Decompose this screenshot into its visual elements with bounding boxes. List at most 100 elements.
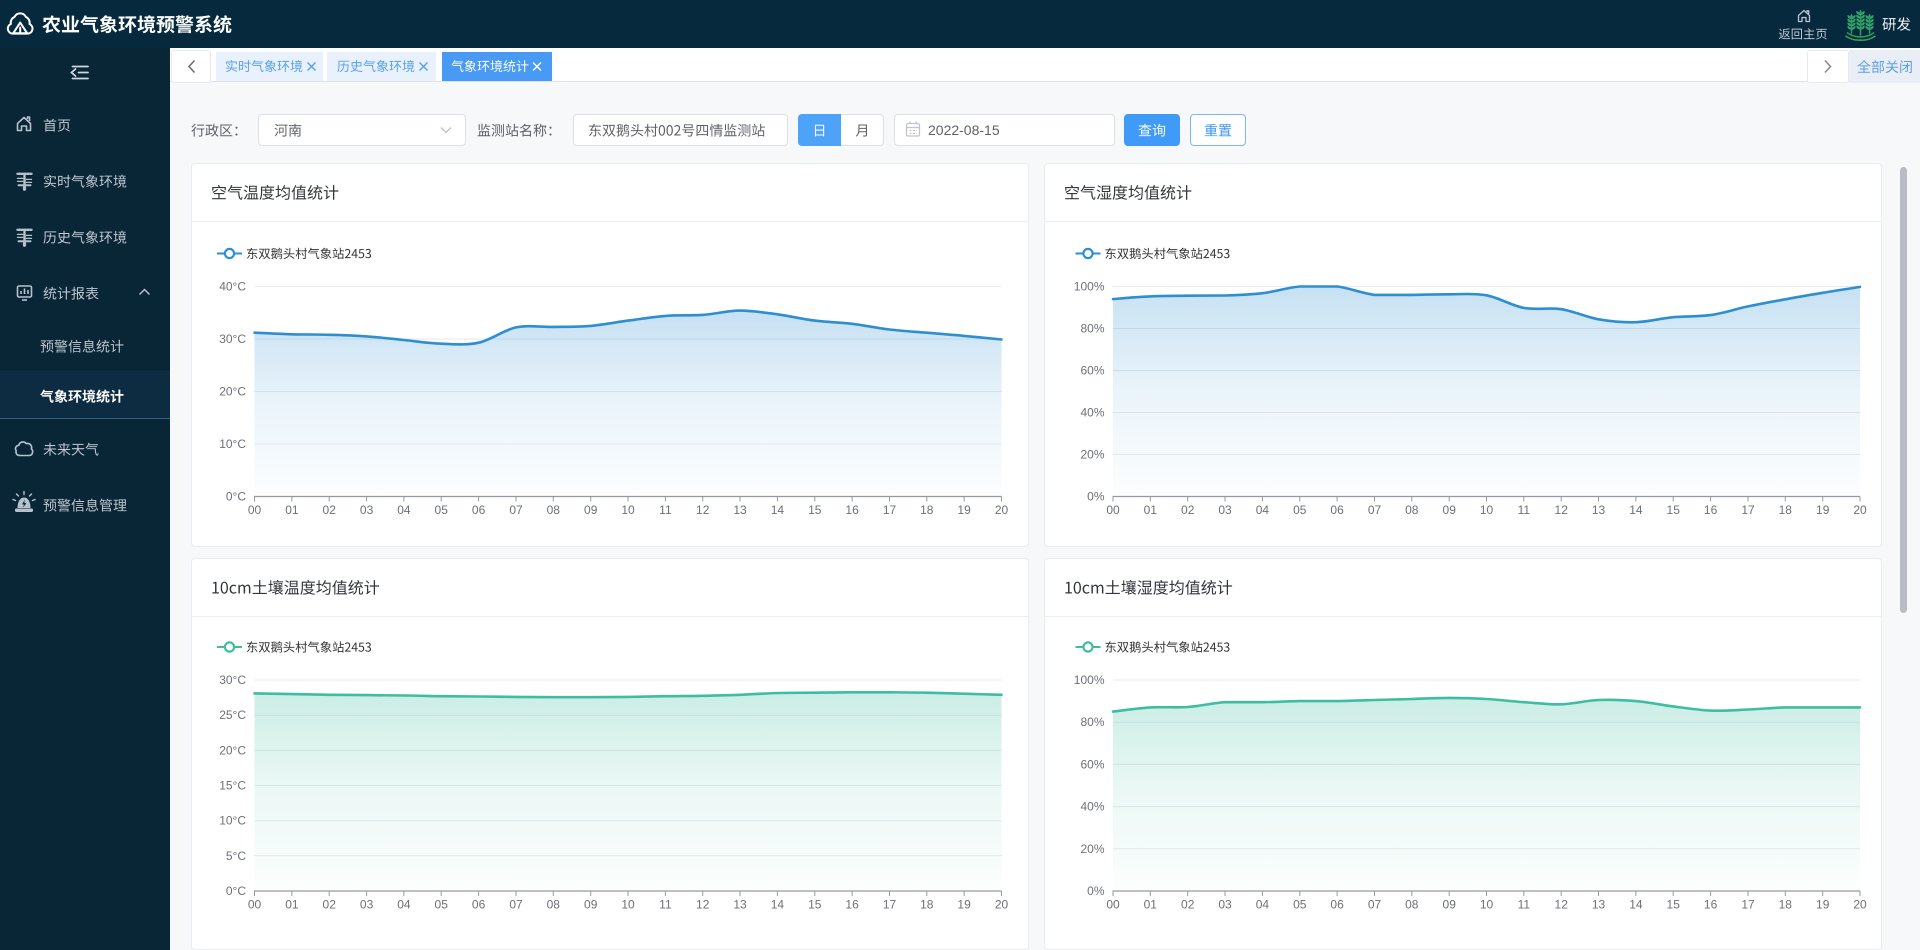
svg-text:06: 06 — [1330, 503, 1344, 517]
svg-text:19: 19 — [1816, 503, 1830, 517]
svg-text:10: 10 — [1480, 503, 1494, 517]
svg-text:11: 11 — [1518, 503, 1531, 517]
svg-text:04: 04 — [1256, 898, 1270, 912]
svg-text:01: 01 — [285, 898, 299, 912]
svg-text:00: 00 — [248, 898, 262, 912]
svg-text:17: 17 — [883, 898, 897, 912]
svg-text:20: 20 — [995, 898, 1009, 912]
svg-text:02: 02 — [1181, 503, 1195, 517]
svg-text:02: 02 — [323, 898, 337, 912]
svg-text:30°C: 30°C — [219, 673, 246, 687]
svg-text:15: 15 — [1667, 503, 1681, 517]
svg-text:5°C: 5°C — [226, 849, 246, 863]
svg-text:13: 13 — [733, 898, 747, 912]
svg-text:18: 18 — [1779, 503, 1793, 517]
svg-text:14: 14 — [1629, 898, 1643, 912]
svg-text:17: 17 — [1741, 503, 1755, 517]
svg-text:20°C: 20°C — [219, 385, 246, 399]
svg-text:60%: 60% — [1080, 757, 1104, 771]
svg-text:04: 04 — [397, 503, 411, 517]
svg-text:16: 16 — [845, 898, 859, 912]
svg-text:06: 06 — [472, 898, 486, 912]
svg-text:00: 00 — [248, 503, 262, 517]
svg-text:07: 07 — [509, 503, 523, 517]
svg-text:09: 09 — [584, 503, 598, 517]
svg-text:14: 14 — [771, 898, 785, 912]
svg-text:60%: 60% — [1080, 364, 1104, 378]
svg-text:04: 04 — [397, 898, 411, 912]
svg-text:0°C: 0°C — [226, 490, 246, 504]
svg-text:100%: 100% — [1074, 673, 1105, 687]
svg-text:10: 10 — [621, 898, 635, 912]
svg-text:05: 05 — [1293, 898, 1307, 912]
svg-text:18: 18 — [920, 898, 934, 912]
svg-text:15: 15 — [1667, 898, 1681, 912]
svg-text:11: 11 — [659, 503, 672, 517]
svg-text:20%: 20% — [1080, 448, 1104, 462]
svg-text:01: 01 — [1144, 898, 1158, 912]
svg-text:09: 09 — [1443, 503, 1457, 517]
svg-text:07: 07 — [509, 898, 523, 912]
svg-text:0%: 0% — [1087, 884, 1105, 898]
svg-text:0°C: 0°C — [226, 884, 246, 898]
svg-text:13: 13 — [733, 503, 747, 517]
svg-text:30°C: 30°C — [219, 332, 246, 346]
svg-text:11: 11 — [1518, 898, 1531, 912]
svg-text:40%: 40% — [1080, 800, 1104, 814]
svg-text:100%: 100% — [1074, 280, 1105, 294]
svg-text:20%: 20% — [1080, 842, 1104, 856]
svg-text:17: 17 — [1741, 898, 1755, 912]
svg-text:03: 03 — [1218, 503, 1232, 517]
svg-text:14: 14 — [1629, 503, 1643, 517]
svg-text:19: 19 — [957, 898, 971, 912]
svg-text:03: 03 — [1218, 898, 1232, 912]
svg-text:01: 01 — [285, 503, 299, 517]
svg-text:05: 05 — [435, 898, 449, 912]
svg-text:05: 05 — [1293, 503, 1307, 517]
svg-text:15°C: 15°C — [219, 779, 246, 793]
svg-text:06: 06 — [472, 503, 486, 517]
svg-text:0%: 0% — [1087, 490, 1105, 504]
svg-text:20: 20 — [1853, 503, 1867, 517]
svg-text:05: 05 — [435, 503, 449, 517]
svg-text:25°C: 25°C — [219, 708, 246, 722]
svg-text:40°C: 40°C — [219, 280, 246, 294]
svg-text:2022-08-15: 2022-08-15 — [928, 122, 1000, 138]
svg-text:16: 16 — [1704, 503, 1718, 517]
svg-text:12: 12 — [1555, 503, 1569, 517]
svg-text:15: 15 — [808, 898, 822, 912]
svg-text:08: 08 — [1405, 503, 1419, 517]
svg-text:80%: 80% — [1080, 715, 1104, 729]
svg-text:80%: 80% — [1080, 322, 1104, 336]
svg-text:17: 17 — [883, 503, 897, 517]
svg-text:04: 04 — [1256, 503, 1270, 517]
svg-text:08: 08 — [1405, 898, 1419, 912]
svg-text:16: 16 — [845, 503, 859, 517]
svg-text:00: 00 — [1106, 503, 1120, 517]
svg-text:14: 14 — [771, 503, 785, 517]
svg-text:02: 02 — [1181, 898, 1195, 912]
svg-text:08: 08 — [547, 898, 561, 912]
svg-text:01: 01 — [1144, 503, 1158, 517]
svg-text:10°C: 10°C — [219, 437, 246, 451]
svg-text:20°C: 20°C — [219, 743, 246, 757]
svg-text:10°C: 10°C — [219, 814, 246, 828]
svg-text:09: 09 — [1443, 898, 1457, 912]
svg-text:20: 20 — [995, 503, 1009, 517]
svg-text:13: 13 — [1592, 898, 1606, 912]
svg-text:03: 03 — [360, 503, 374, 517]
svg-text:06: 06 — [1330, 898, 1344, 912]
svg-text:18: 18 — [1779, 898, 1793, 912]
svg-text:40%: 40% — [1080, 406, 1104, 420]
svg-text:00: 00 — [1106, 898, 1120, 912]
svg-text:10: 10 — [621, 503, 635, 517]
svg-text:10: 10 — [1480, 898, 1494, 912]
svg-text:18: 18 — [920, 503, 934, 517]
svg-text:12: 12 — [696, 503, 710, 517]
svg-text:03: 03 — [360, 898, 374, 912]
svg-text:20: 20 — [1853, 898, 1867, 912]
svg-text:02: 02 — [323, 503, 337, 517]
svg-text:09: 09 — [584, 898, 598, 912]
svg-text:08: 08 — [547, 503, 561, 517]
svg-text:19: 19 — [957, 503, 971, 517]
